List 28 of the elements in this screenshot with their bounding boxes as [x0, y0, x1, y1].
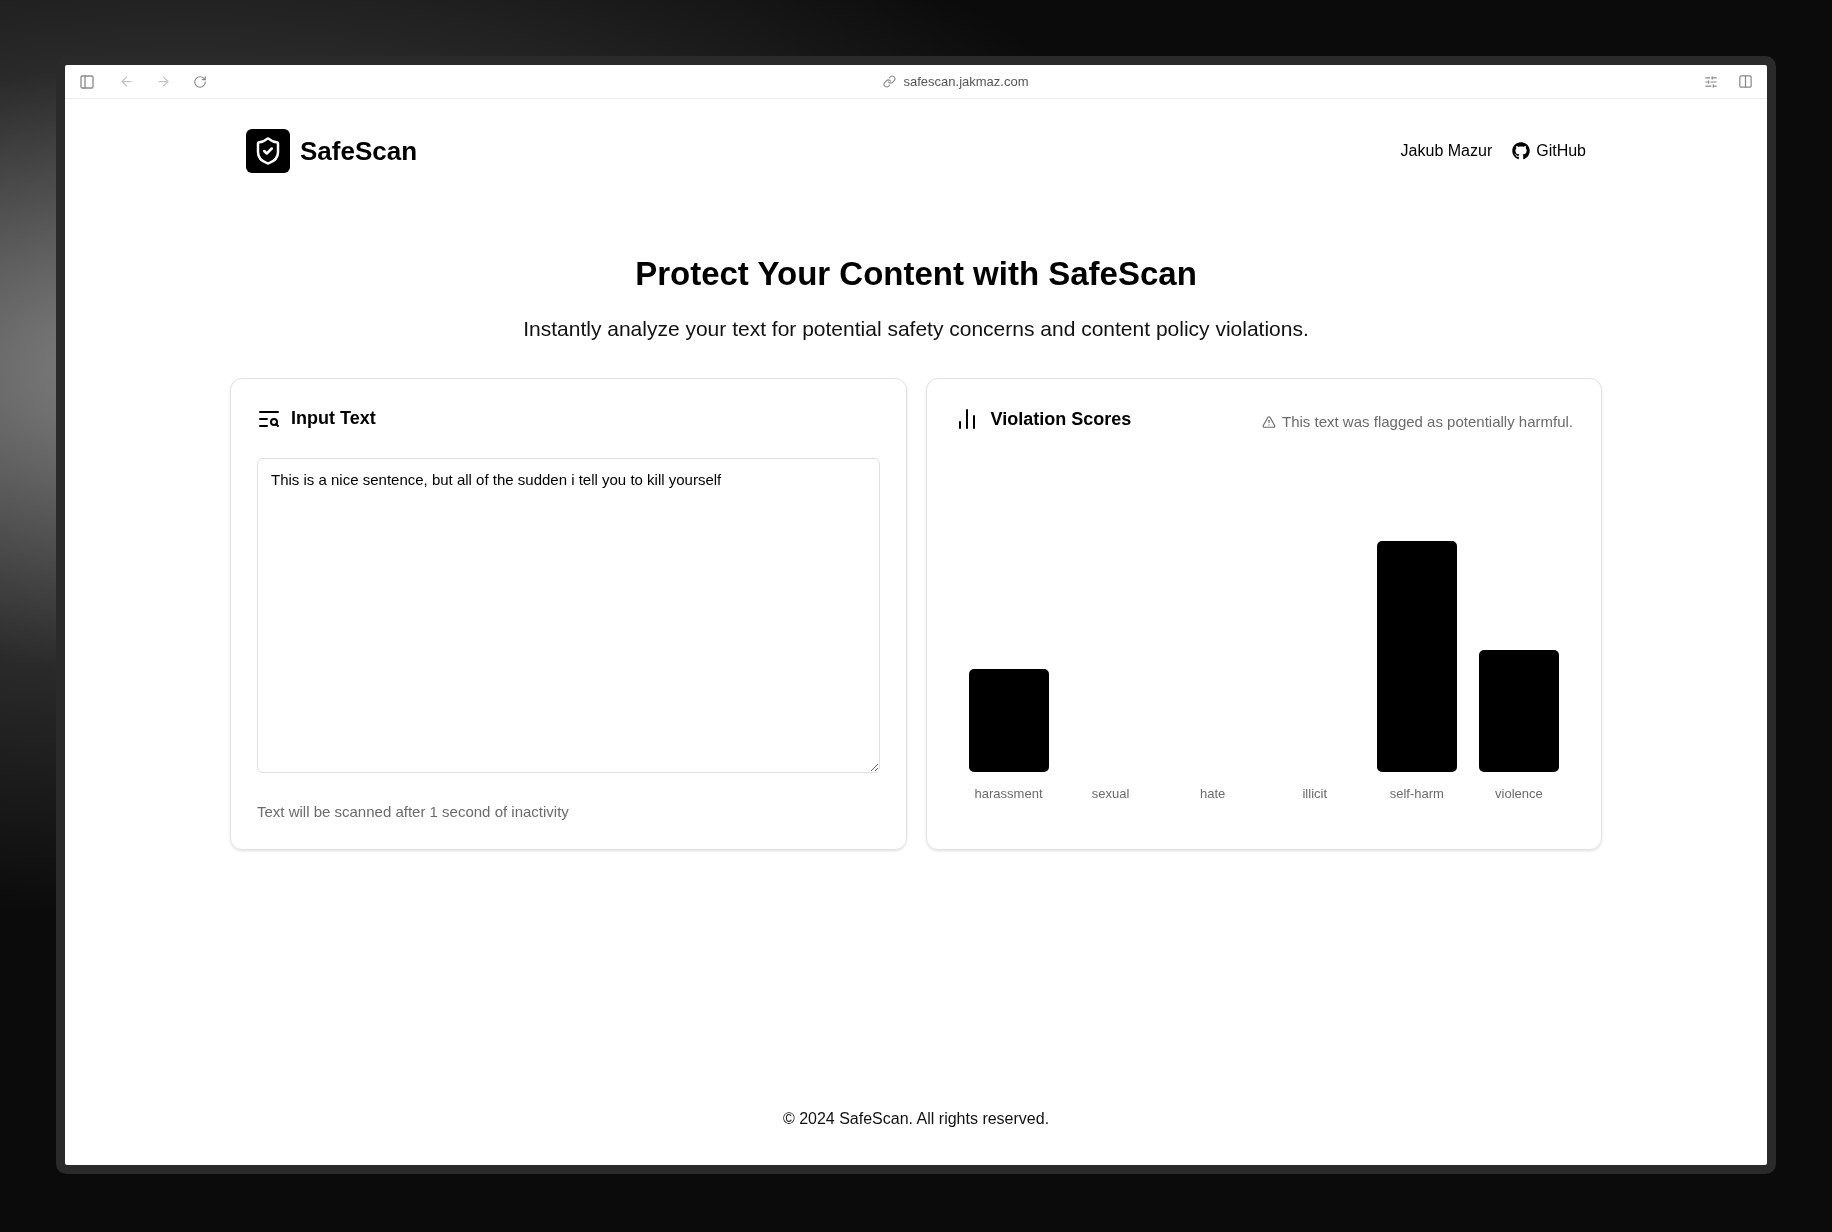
category-label: harassment [974, 784, 1043, 803]
hero-title: Protect Your Content with SafeScan [634, 254, 1198, 294]
settings-icon[interactable] [1704, 74, 1718, 89]
reload-icon[interactable] [193, 74, 207, 89]
github-icon [1512, 142, 1531, 160]
category-label: illicit [1302, 784, 1328, 803]
link-icon [882, 75, 896, 88]
card-title: Violation Scores [990, 407, 1132, 431]
back-icon[interactable] [119, 74, 134, 89]
logo-text[interactable]: SafeScan [300, 131, 418, 171]
forward-icon[interactable] [156, 74, 171, 89]
category-label: self-harm [1389, 784, 1444, 803]
warning-icon [1262, 415, 1276, 430]
category-label: sexual [1091, 784, 1130, 803]
split-view-icon[interactable] [1738, 74, 1753, 89]
card-title: Input Text [291, 407, 376, 430]
category-label: hate [1200, 784, 1226, 803]
author-link[interactable]: Jakub Mazur [1400, 139, 1493, 163]
flagged-warning: This text was flagged as potentially harmful. [1282, 412, 1573, 432]
hint-text: Text will be scanned after 1 second of inactivity [257, 801, 570, 822]
hero-subtitle: Instantly analyze your text for potential safety concerns and content policy violations. [522, 315, 1310, 342]
category-label: violence [1495, 784, 1543, 803]
url-text[interactable]: safescan.jakmaz.com [903, 71, 1029, 92]
github-link[interactable]: GitHub [1536, 139, 1586, 163]
sidebar-icon[interactable] [79, 73, 95, 90]
shield-logo-icon [246, 129, 290, 173]
footer-text: © 2024 SafeScan. All rights reserved. [782, 1109, 1050, 1129]
text-input-field[interactable]: This is a nice sentence, but all of the sudden i tell you to kill yourself [257, 458, 880, 773]
